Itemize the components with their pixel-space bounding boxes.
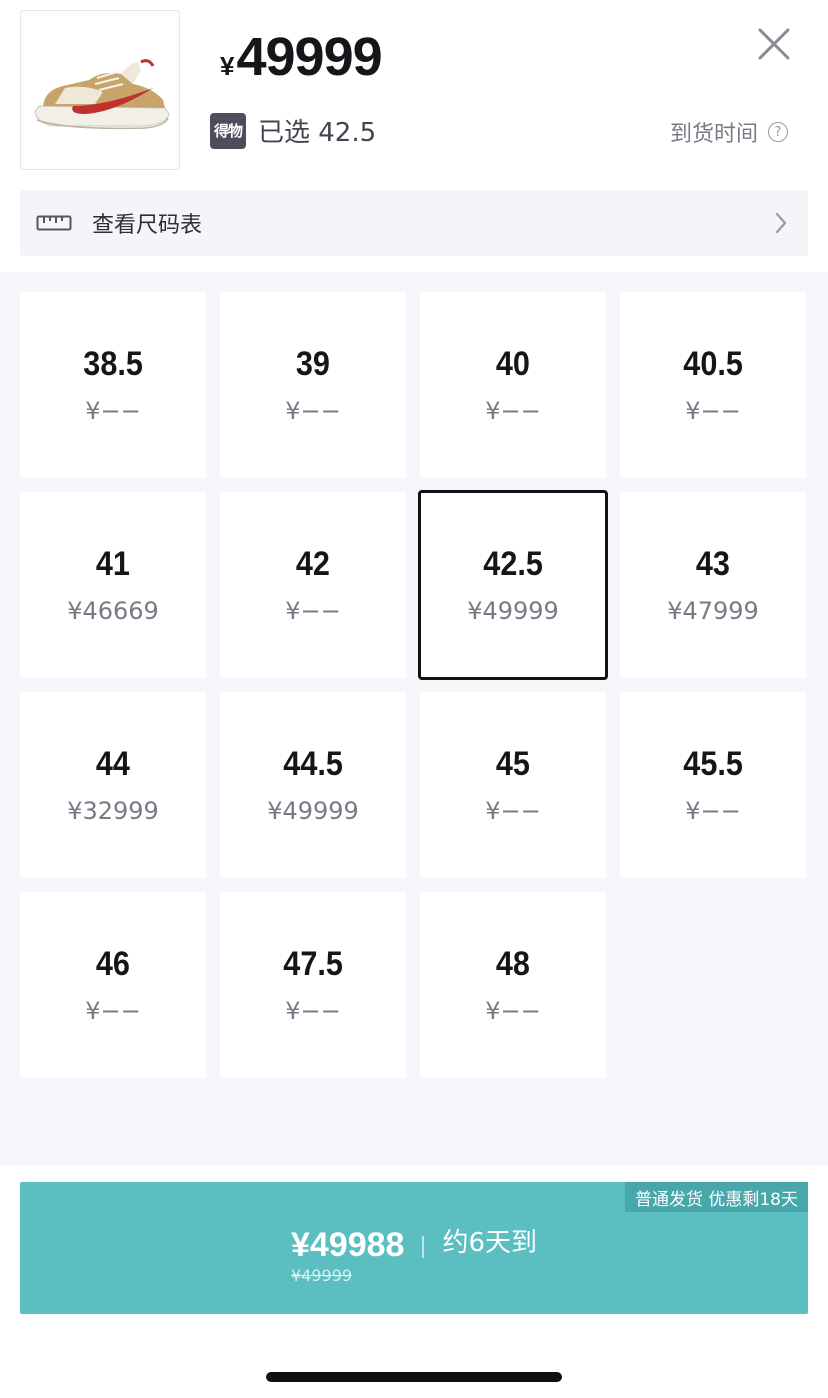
size-price: ¥−− [485, 997, 541, 1025]
size-value: 45 [495, 745, 531, 783]
size-price: ¥47999 [667, 597, 759, 625]
currency-symbol: ¥ [220, 51, 235, 81]
selected-size-row: 得物 已选 42.5 [210, 112, 376, 149]
size-value: 47.5 [283, 945, 343, 983]
buy-divider [422, 1236, 425, 1258]
size-value: 39 [295, 345, 331, 383]
product-thumbnail [20, 10, 180, 170]
size-option-47-5[interactable]: 47.5 ¥−− [220, 892, 406, 1078]
size-price: ¥32999 [67, 797, 159, 825]
size-option-43[interactable]: 43 ¥47999 [620, 492, 806, 678]
size-value: 46 [95, 945, 131, 983]
size-option-46[interactable]: 46 ¥−− [20, 892, 206, 1078]
size-option-39[interactable]: 39 ¥−− [220, 292, 406, 478]
close-button[interactable] [752, 22, 796, 66]
size-value: 44 [95, 745, 131, 783]
size-option-48[interactable]: 48 ¥−− [420, 892, 606, 1078]
size-value: 41 [95, 545, 131, 583]
size-option-45-5[interactable]: 45.5 ¥−− [620, 692, 806, 878]
arrival-time-link[interactable]: 到货时间 ? [670, 116, 788, 148]
size-price: ¥−− [685, 397, 741, 425]
size-price: ¥−− [485, 797, 541, 825]
buy-area: 普通发货 优惠剩18天 ¥49988 ¥49999 约6天到 [0, 1166, 828, 1398]
size-price: ¥−− [285, 397, 341, 425]
size-value: 40.5 [683, 345, 743, 383]
size-price: ¥49999 [467, 597, 559, 625]
product-header: ¥ 49999 得物 已选 42.5 到货时间 ? 查看尺码表 [0, 0, 828, 272]
size-price: ¥−− [685, 797, 741, 825]
sneaker-image [34, 59, 170, 130]
size-price: ¥46669 [67, 597, 159, 625]
buy-price: ¥49988 [290, 1226, 405, 1264]
size-option-40[interactable]: 40 ¥−− [420, 292, 606, 478]
size-grid-area: 38.5 ¥−− 39 ¥−− 40 ¥−− 40.5 ¥−− 41 ¥46669 42 ¥−− 42.… [0, 272, 828, 1166]
help-icon: ? [768, 122, 788, 142]
size-value: 44.5 [283, 745, 343, 783]
close-icon [758, 28, 790, 60]
buy-original-price: ¥49999 [290, 1266, 353, 1285]
size-price: ¥−− [85, 997, 141, 1025]
buy-price-group: ¥49988 ¥49999 [291, 1228, 404, 1285]
size-chart-label: 查看尺码表 [92, 213, 203, 238]
size-price: ¥−− [485, 397, 541, 425]
size-price: ¥49999 [267, 797, 359, 825]
ruler-icon [36, 215, 72, 231]
selected-size-label: 已选 42.5 [258, 118, 377, 148]
buy-content: ¥49988 ¥49999 约6天到 [20, 1228, 808, 1285]
size-option-45[interactable]: 45 ¥−− [420, 692, 606, 878]
size-value: 38.5 [83, 345, 143, 383]
size-value: 48 [495, 945, 531, 983]
size-option-44-5[interactable]: 44.5 ¥49999 [220, 692, 406, 878]
price-value: 49999 [236, 27, 382, 87]
size-value: 42 [295, 545, 331, 583]
size-option-42-5[interactable]: 42.5 ¥49999 [418, 490, 608, 680]
size-value: 40 [495, 345, 531, 383]
size-option-42[interactable]: 42 ¥−− [220, 492, 406, 678]
size-price: ¥−− [285, 597, 341, 625]
size-option-44[interactable]: 44 ¥32999 [20, 692, 206, 878]
buy-button[interactable]: 普通发货 优惠剩18天 ¥49988 ¥49999 约6天到 [20, 1182, 808, 1314]
home-indicator[interactable] [266, 1372, 562, 1382]
size-chart-button[interactable]: 查看尺码表 [20, 190, 808, 256]
size-value: 42.5 [483, 545, 543, 583]
size-grid: 38.5 ¥−− 39 ¥−− 40 ¥−− 40.5 ¥−− 41 ¥46669 42 ¥−− 42.… [20, 292, 808, 1078]
buy-eta: 约6天到 [442, 1228, 537, 1258]
size-value: 43 [695, 545, 731, 583]
size-value: 45.5 [683, 745, 743, 783]
size-price: ¥−− [85, 397, 141, 425]
product-price: ¥ 49999 [220, 26, 383, 88]
size-option-40-5[interactable]: 40.5 ¥−− [620, 292, 806, 478]
brand-logo: 得物 [210, 112, 246, 149]
size-price: ¥−− [285, 997, 341, 1025]
size-option-41[interactable]: 41 ¥46669 [20, 492, 206, 678]
arrival-time-label: 到货时间 [669, 122, 758, 147]
size-option-38-5[interactable]: 38.5 ¥−− [20, 292, 206, 478]
promo-tag: 普通发货 优惠剩18天 [624, 1182, 808, 1212]
chevron-right-icon [775, 212, 787, 234]
size-picker-sheet: ¥ 49999 得物 已选 42.5 到货时间 ? 查看尺码表 38.5 ¥−−… [0, 0, 828, 1398]
